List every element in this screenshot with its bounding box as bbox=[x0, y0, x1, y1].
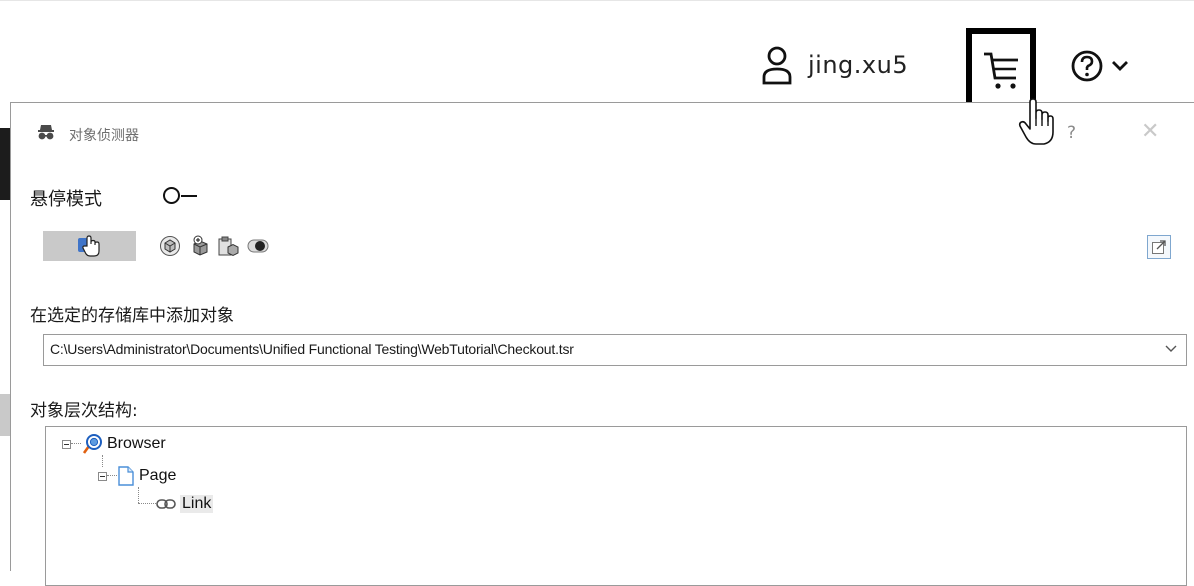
tree-item-link[interactable]: Link bbox=[156, 493, 214, 515]
tree-item-label: Link bbox=[180, 495, 214, 513]
hover-mode-toggle[interactable] bbox=[163, 186, 209, 208]
help-icon bbox=[1071, 50, 1103, 82]
hover-mode-label: 悬停模式 bbox=[30, 189, 102, 210]
tree-connector bbox=[71, 443, 81, 445]
tree-item-label: Page bbox=[139, 467, 177, 484]
export-icon bbox=[1152, 240, 1166, 254]
highlight-icon bbox=[247, 239, 269, 253]
tree-connector bbox=[138, 487, 139, 503]
highlight-object-button[interactable] bbox=[245, 231, 271, 261]
user-menu[interactable]: jing.xu5 bbox=[762, 45, 908, 85]
object-hierarchy-label: 对象层次结构: bbox=[30, 401, 138, 421]
user-icon bbox=[762, 46, 792, 85]
toggle-knob bbox=[163, 187, 180, 204]
add-object-icon bbox=[193, 235, 208, 256]
object-hierarchy-tree: Browser Page Link bbox=[45, 426, 1187, 586]
repository-select[interactable]: C:\Users\Administrator\Documents\Unified… bbox=[43, 334, 1187, 366]
tree-item-page[interactable]: Page bbox=[98, 465, 176, 487]
help-menu[interactable] bbox=[1070, 49, 1130, 83]
chevron-down-icon bbox=[1112, 61, 1128, 71]
cart-icon bbox=[984, 52, 1018, 89]
spy-object-button[interactable] bbox=[157, 231, 183, 261]
dialog-close-button[interactable]: ✕ bbox=[1141, 119, 1159, 144]
repository-path: C:\Users\Administrator\Documents\Unified… bbox=[50, 341, 574, 357]
toggle-track bbox=[181, 195, 197, 197]
add-object-button[interactable] bbox=[187, 231, 213, 261]
export-button[interactable] bbox=[1147, 235, 1171, 259]
browser-icon bbox=[82, 434, 102, 454]
page-icon bbox=[118, 466, 134, 486]
tree-item-label: Browser bbox=[107, 435, 166, 452]
copy-object-button[interactable] bbox=[215, 231, 241, 261]
object-cube-icon bbox=[160, 236, 180, 256]
clipboard-icon bbox=[218, 236, 239, 257]
spy-icon bbox=[38, 125, 54, 140]
collapse-toggle[interactable] bbox=[98, 471, 107, 481]
username: jing.xu5 bbox=[808, 51, 909, 79]
dialog-title-bar[interactable]: 对象侦测器 ? ✕ bbox=[11, 103, 1194, 161]
tree-connector bbox=[107, 475, 117, 477]
collapse-toggle[interactable] bbox=[62, 439, 71, 449]
site-header: jing.xu5 bbox=[0, 0, 1194, 112]
pointing-hand-icon bbox=[77, 235, 100, 257]
dialog-title: 对象侦测器 bbox=[69, 128, 139, 144]
add-to-repository-label: 在选定的存储库中添加对象 bbox=[30, 306, 234, 326]
tree-connector bbox=[138, 503, 156, 504]
pointing-hand-button[interactable] bbox=[43, 231, 136, 261]
tree-item-browser[interactable]: Browser bbox=[62, 433, 166, 455]
hand-cursor-icon bbox=[1018, 98, 1054, 145]
link-icon bbox=[156, 499, 176, 509]
dialog-help-button[interactable]: ? bbox=[1067, 123, 1076, 143]
chevron-down-icon bbox=[1165, 345, 1177, 352]
object-spy-dialog: 对象侦测器 ? ✕ 悬停模式 在选定的存储库中添加对象 C:\Users\Adm… bbox=[10, 102, 1194, 586]
